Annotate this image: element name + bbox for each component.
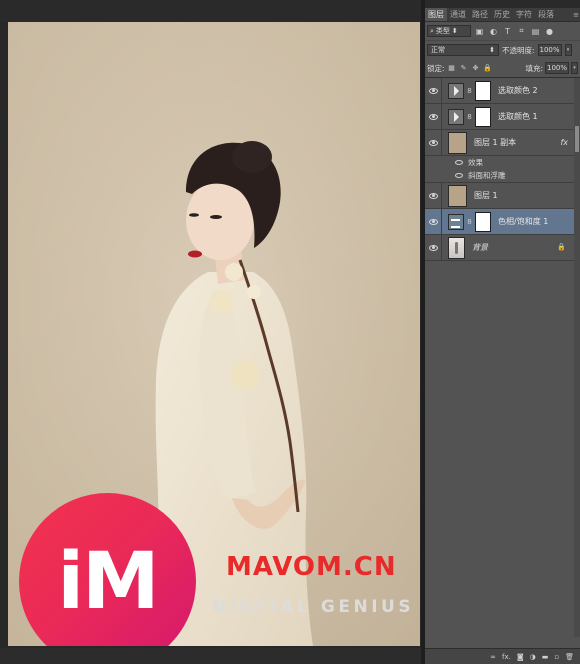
effects-label: 效果 — [468, 158, 483, 167]
document-canvas[interactable]: iM MAVOM.CN DIGITAL GENIUS — [8, 22, 420, 646]
link-icon[interactable]: 8 — [466, 87, 473, 95]
lock-all-icon[interactable]: 🔒 — [483, 63, 493, 73]
filter-pixel-icon[interactable]: ▣ — [474, 26, 485, 37]
new-layer-icon[interactable]: ▫ — [554, 653, 559, 661]
tab-paragraph[interactable]: 段落 — [535, 8, 557, 21]
chevron-down-icon: ⬍ — [489, 46, 495, 54]
layer-name: 选取颜色 2 — [498, 86, 538, 95]
link-icon[interactable]: 8 — [466, 218, 473, 226]
new-group-icon[interactable]: ▬ — [542, 653, 549, 661]
filter-kind-select[interactable]: ⌕ 类型 ⬍ — [427, 25, 471, 37]
hue-saturation-icon — [448, 213, 464, 230]
fx-icon[interactable]: fx — [560, 138, 568, 147]
layer-mask-thumbnail[interactable] — [475, 80, 491, 101]
layer-thumbnail — [448, 236, 465, 259]
filter-adjustment-icon[interactable]: ◐ — [488, 26, 499, 37]
layer-row[interactable]: 图层 1 副本 fx — [425, 130, 580, 156]
effect-bevel-row[interactable]: 斜面和浮雕 — [425, 169, 580, 183]
lock-pixels-icon[interactable]: ✎ — [459, 63, 469, 73]
filter-type-icon[interactable]: T — [502, 26, 513, 37]
lock-transparency-icon[interactable]: ▦ — [447, 63, 457, 73]
layer-row[interactable]: 8 选取颜色 2 — [425, 78, 580, 104]
new-adjustment-icon[interactable]: ◑ — [530, 653, 536, 661]
add-style-icon[interactable]: fx. — [502, 653, 511, 661]
layer-thumbnail — [448, 184, 467, 207]
visibility-eye-icon[interactable] — [425, 130, 442, 155]
layer-row[interactable]: 8 选取颜色 1 — [425, 104, 580, 130]
opacity-input[interactable]: 100% — [537, 44, 562, 56]
trash-icon[interactable]: 🗑 — [565, 653, 574, 661]
watermark-site: MAVOM.CN — [226, 552, 397, 582]
tab-layers[interactable]: 图层 — [425, 8, 447, 21]
opacity-slider-toggle[interactable]: ▾ — [564, 44, 572, 56]
blend-row: 正常 ⬍ 不透明度: 100% ▾ — [425, 41, 580, 59]
panel-footer: ∞ fx. ◙ ◑ ▬ ▫ 🗑 — [425, 648, 580, 664]
link-icon[interactable]: 8 — [466, 113, 473, 121]
add-mask-icon[interactable]: ◙ — [517, 653, 524, 661]
blend-mode-label: 正常 — [431, 46, 445, 54]
watermark-tagline: DIGITAL GENIUS — [212, 597, 415, 617]
lock-label: 锁定: — [427, 63, 445, 73]
opacity-label: 不透明度: — [502, 45, 535, 55]
visibility-eye-icon[interactable] — [455, 160, 463, 165]
effect-bevel-label: 斜面和浮雕 — [468, 171, 506, 180]
tab-paths[interactable]: 路径 — [469, 8, 491, 21]
layer-row-selected[interactable]: 8 色相/饱和度 1 — [425, 209, 580, 235]
layer-list: 8 选取颜色 2 8 选取颜色 1 图层 1 副本 fx 效果 斜面和浮雕 图层… — [425, 78, 580, 638]
visibility-eye-icon[interactable] — [455, 173, 463, 178]
visibility-eye-icon[interactable] — [425, 235, 442, 260]
fill-slider-toggle[interactable]: ▾ — [571, 62, 578, 74]
selective-color-icon — [448, 82, 464, 99]
layer-name: 背景 — [472, 243, 488, 252]
filter-row: ⌕ 类型 ⬍ ▣ ◐ T ⌗ ▤ ● — [425, 22, 580, 41]
search-icon: ⌕ — [430, 26, 434, 35]
status-bar — [0, 648, 425, 664]
layer-row[interactable]: 背景 🔒 — [425, 235, 580, 261]
lock-icon: 🔒 — [557, 243, 566, 251]
layer-mask-thumbnail[interactable] — [475, 211, 491, 232]
link-layers-icon[interactable]: ∞ — [490, 653, 496, 661]
layer-mask-thumbnail[interactable] — [475, 106, 491, 127]
panel-tabs: 图层 通道 路径 历史 字符 段落 ≡ — [425, 8, 580, 22]
fill-input[interactable]: 100% — [545, 62, 569, 74]
layer-name: 图层 1 副本 — [474, 138, 517, 147]
selective-color-icon — [448, 108, 464, 125]
visibility-eye-icon[interactable] — [425, 104, 442, 129]
layer-name: 图层 1 — [474, 191, 498, 200]
filter-kind-label: 类型 — [435, 27, 450, 35]
filter-shape-icon[interactable]: ⌗ — [516, 26, 527, 37]
filter-toggle-icon[interactable]: ● — [544, 26, 555, 37]
layers-panel: 图层 通道 路径 历史 字符 段落 ≡ ⌕ 类型 ⬍ ▣ ◐ T ⌗ ▤ ● 正… — [425, 8, 580, 664]
lock-row: 锁定: ▦ ✎ ✥ 🔒 填充: 100% ▾ — [425, 59, 580, 78]
filter-smart-object-icon[interactable]: ▤ — [530, 26, 541, 37]
visibility-eye-icon[interactable] — [425, 183, 442, 208]
effects-row[interactable]: 效果 — [425, 156, 580, 169]
fill-label: 填充: — [525, 63, 543, 73]
tab-character[interactable]: 字符 — [513, 8, 535, 21]
layer-name: 选取颜色 1 — [498, 112, 538, 121]
layer-row[interactable]: 图层 1 — [425, 183, 580, 209]
chevron-down-icon: ⬍ — [451, 27, 458, 35]
visibility-eye-icon[interactable] — [425, 78, 442, 103]
layer-thumbnail — [448, 131, 467, 154]
scrollbar-thumb[interactable] — [575, 126, 579, 152]
blend-mode-select[interactable]: 正常 ⬍ — [427, 44, 499, 56]
layer-name: 色相/饱和度 1 — [498, 217, 549, 226]
scrollbar[interactable] — [574, 78, 580, 637]
lock-position-icon[interactable]: ✥ — [471, 63, 481, 73]
visibility-eye-icon[interactable] — [425, 209, 442, 234]
panel-menu-icon[interactable]: ≡ — [572, 11, 580, 19]
tab-history[interactable]: 历史 — [491, 8, 513, 21]
tab-channels[interactable]: 通道 — [447, 8, 469, 21]
